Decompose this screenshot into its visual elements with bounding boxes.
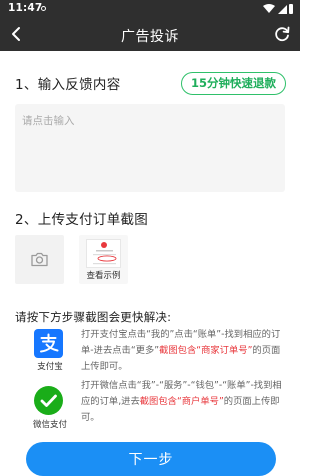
wechat-pay-logo-icon (34, 386, 63, 415)
feedback-box (15, 104, 285, 192)
quick-refund-badge: 15分钟快速退款 (180, 72, 286, 95)
alipay-badge: 支付宝 (27, 328, 73, 376)
wechat-pay-label: 微信支付 (32, 420, 67, 430)
notification-dot-icon (41, 6, 46, 11)
page-title: 广告投诉 (121, 29, 179, 45)
signal-battery-icons (263, 4, 293, 14)
view-example-label: 查看示例 (86, 271, 121, 281)
next-step-button[interactable]: 下一步 (26, 442, 276, 476)
example-screenshot-thumbnail (86, 239, 121, 268)
view-example-button[interactable]: 查看示例 (79, 235, 128, 284)
camera-icon (31, 252, 48, 267)
alipay-label: 支付宝 (37, 362, 63, 372)
wechat-pay-steps-highlight: 截图包含“商户单号” (139, 396, 224, 407)
feedback-section-title: 1、输入反馈内容 (15, 77, 121, 93)
alipay-steps: 打开支付宝点击“我的”点击“账单”-找到相应的订单-进去点击“更多”截图包含“商… (81, 327, 287, 375)
alipay-logo-icon (34, 329, 63, 358)
refresh-icon[interactable] (272, 24, 292, 44)
alipay-steps-highlight: 截图包含“商家订单号” (159, 345, 253, 356)
upload-screenshot-button[interactable] (15, 235, 64, 284)
instructions-title: 请按下方步骤截图会更快解决: (15, 310, 172, 324)
upload-section-title: 2、上传支付订单截图 (15, 212, 149, 228)
wechat-pay-steps: 打开微信点击“我”-“服务”-“钱包”-“账单”-找到相应的订单,进去截图包含“… (81, 378, 287, 426)
status-bar: 11:47 (0, 0, 300, 18)
status-time: 11:47 (8, 2, 43, 14)
app-header: 广告投诉 (0, 18, 300, 51)
feedback-input[interactable] (22, 113, 278, 183)
wechat-pay-badge: 微信支付 (27, 379, 73, 430)
